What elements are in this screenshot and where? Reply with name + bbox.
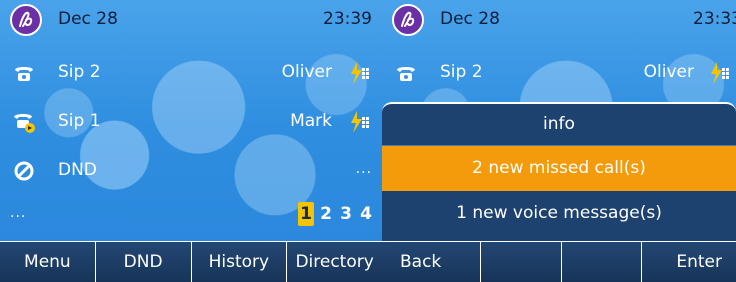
status-bar: Dec 28 23:39 <box>0 0 382 40</box>
phone-screen-home: Dec 28 23:39 Sip 2 Oliver Sip 1 Mark DND… <box>0 0 382 282</box>
softkey-empty-2[interactable] <box>480 241 562 282</box>
page-1[interactable]: 1 <box>298 202 314 226</box>
page-3[interactable]: 3 <box>338 202 354 226</box>
phone-icon <box>12 61 36 85</box>
page-selector: 1 2 3 4 <box>298 202 374 226</box>
phone-screen-info: Dec 28 23:33 Sip 2 Oliver info 2 new mis… <box>382 0 736 282</box>
page-4[interactable]: 4 <box>358 202 374 226</box>
contact-name: Oliver <box>643 62 694 82</box>
lightning-grid-icon <box>348 61 372 85</box>
lightning-grid-icon <box>348 110 372 134</box>
softkey-bar: Menu DND History Directory <box>0 241 382 282</box>
phone-forward-icon <box>12 110 36 134</box>
line-key-sip2[interactable]: Sip 2 Oliver <box>0 53 382 93</box>
line-label: Sip 2 <box>440 62 483 82</box>
softkey-empty-3[interactable] <box>561 241 643 282</box>
contact-name: Mark <box>290 111 332 131</box>
more-pages-indicator: ... <box>10 205 27 221</box>
lightning-grid-icon <box>708 61 732 85</box>
line-label: DND <box>58 160 97 180</box>
popup-title: info <box>382 104 736 146</box>
info-popup: info 2 new missed call(s) 1 new voice me… <box>382 102 736 241</box>
voice-messages-item[interactable]: 1 new voice message(s) <box>382 191 736 236</box>
softkey-history[interactable]: History <box>191 241 288 282</box>
line-label: Sip 1 <box>58 111 101 131</box>
contact-name: Oliver <box>281 62 332 82</box>
line-key-sip2[interactable]: Sip 2 Oliver <box>382 53 736 93</box>
more-indicator: ... <box>355 161 372 177</box>
brand-logo-icon <box>392 4 424 36</box>
status-bar: Dec 28 23:33 <box>382 0 736 40</box>
line-label: Sip 2 <box>58 62 101 82</box>
dnd-icon <box>12 159 36 183</box>
brand-logo-icon <box>10 4 42 36</box>
status-date: Dec 28 <box>58 9 118 29</box>
softkey-bar: Back Enter <box>382 241 736 282</box>
line-key-sip1[interactable]: Sip 1 Mark <box>0 102 382 142</box>
softkey-enter[interactable]: Enter <box>642 241 736 282</box>
missed-calls-item[interactable]: 2 new missed call(s) <box>382 146 736 191</box>
status-date: Dec 28 <box>440 9 500 29</box>
phone-icon <box>394 61 418 85</box>
softkey-menu[interactable]: Menu <box>0 241 96 282</box>
softkey-back[interactable]: Back <box>382 241 481 282</box>
softkey-dnd[interactable]: DND <box>95 241 192 282</box>
status-time: 23:33 <box>693 9 736 29</box>
page-2[interactable]: 2 <box>318 202 334 226</box>
status-time: 23:39 <box>323 9 372 29</box>
line-key-dnd[interactable]: DND ... <box>0 151 382 191</box>
softkey-directory[interactable]: Directory <box>287 241 382 282</box>
